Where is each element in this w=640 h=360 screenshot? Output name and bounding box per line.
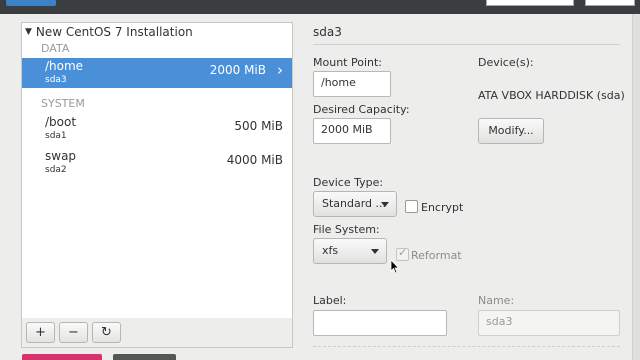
- partition-row-home[interactable]: /home sda3 2000 MiB ›: [22, 58, 292, 88]
- partition-row-swap[interactable]: swap sda2 4000 MiB: [22, 148, 292, 178]
- mount-point-text: /home: [45, 59, 84, 73]
- capacity-input[interactable]: 2000 MiB: [313, 118, 391, 144]
- mount-point-input[interactable]: /home: [313, 71, 391, 97]
- name-input: sda3: [478, 310, 620, 336]
- storage-bar-used: [22, 354, 102, 360]
- done-button[interactable]: [6, 0, 56, 6]
- mount-point-label: Mount Point:: [313, 56, 382, 69]
- reformat-label: Reformat: [411, 249, 462, 262]
- installation-title: New CentOS 7 Installation: [35, 25, 193, 39]
- device-text: sda2: [45, 165, 67, 175]
- file-system-label: File System:: [313, 223, 380, 236]
- dropdown-caret-icon: [371, 249, 379, 254]
- title-separator: [313, 44, 620, 45]
- device-type-value: Standard ...: [322, 197, 387, 210]
- section-label-data: DATA: [41, 42, 70, 55]
- device-type-label: Device Type:: [313, 176, 384, 189]
- partition-tree: ▼ New CentOS 7 Installation DATA /home s…: [21, 22, 293, 322]
- mount-point-text: /boot: [45, 115, 77, 129]
- file-system-value: xfs: [322, 244, 339, 257]
- storage-bar-free: [113, 354, 176, 360]
- file-system-combo[interactable]: xfs: [313, 238, 387, 264]
- devices-label: Device(s):: [478, 56, 534, 69]
- device-text: sda1: [45, 131, 67, 141]
- chevron-right-icon: ›: [277, 61, 283, 79]
- checkmark-icon: ✓: [398, 246, 408, 259]
- scrollbar[interactable]: [632, 14, 640, 360]
- device-text: sda3: [45, 75, 67, 85]
- keyboard-layout-indicator[interactable]: [486, 0, 574, 6]
- device-type-combo[interactable]: Standard ...: [313, 191, 397, 217]
- installation-header[interactable]: ▼ New CentOS 7 Installation: [25, 25, 193, 39]
- partition-row-boot[interactable]: /boot sda1 500 MiB: [22, 114, 292, 144]
- name-label: Name:: [478, 294, 515, 307]
- size-text: 4000 MiB: [226, 153, 283, 167]
- bottom-separator: [313, 346, 620, 347]
- dropdown-caret-icon: [381, 202, 389, 207]
- refresh-button[interactable]: ↻: [92, 322, 121, 343]
- header-bar: [0, 0, 640, 14]
- partition-title: sda3: [313, 25, 342, 39]
- remove-partition-button[interactable]: −: [59, 322, 88, 343]
- modify-button[interactable]: Modify...: [478, 118, 544, 144]
- mouse-cursor-icon: [390, 259, 400, 274]
- size-text: 2000 MiB: [209, 63, 266, 77]
- partition-toolbar: + − ↻: [21, 318, 293, 348]
- expander-arrow-icon[interactable]: ▼: [25, 27, 32, 37]
- section-label-system: SYSTEM: [41, 97, 85, 110]
- label-label: Label:: [313, 294, 347, 307]
- label-input[interactable]: [313, 310, 447, 336]
- size-text: 500 MiB: [234, 119, 283, 133]
- encrypt-label[interactable]: Encrypt: [421, 201, 463, 214]
- devices-value: ATA VBOX HARDDISK (sda): [478, 89, 625, 102]
- add-partition-button[interactable]: +: [26, 322, 55, 343]
- capacity-label: Desired Capacity:: [313, 103, 410, 116]
- mount-point-text: swap: [45, 149, 77, 163]
- encrypt-checkbox[interactable]: [405, 200, 418, 213]
- help-button[interactable]: [585, 0, 635, 6]
